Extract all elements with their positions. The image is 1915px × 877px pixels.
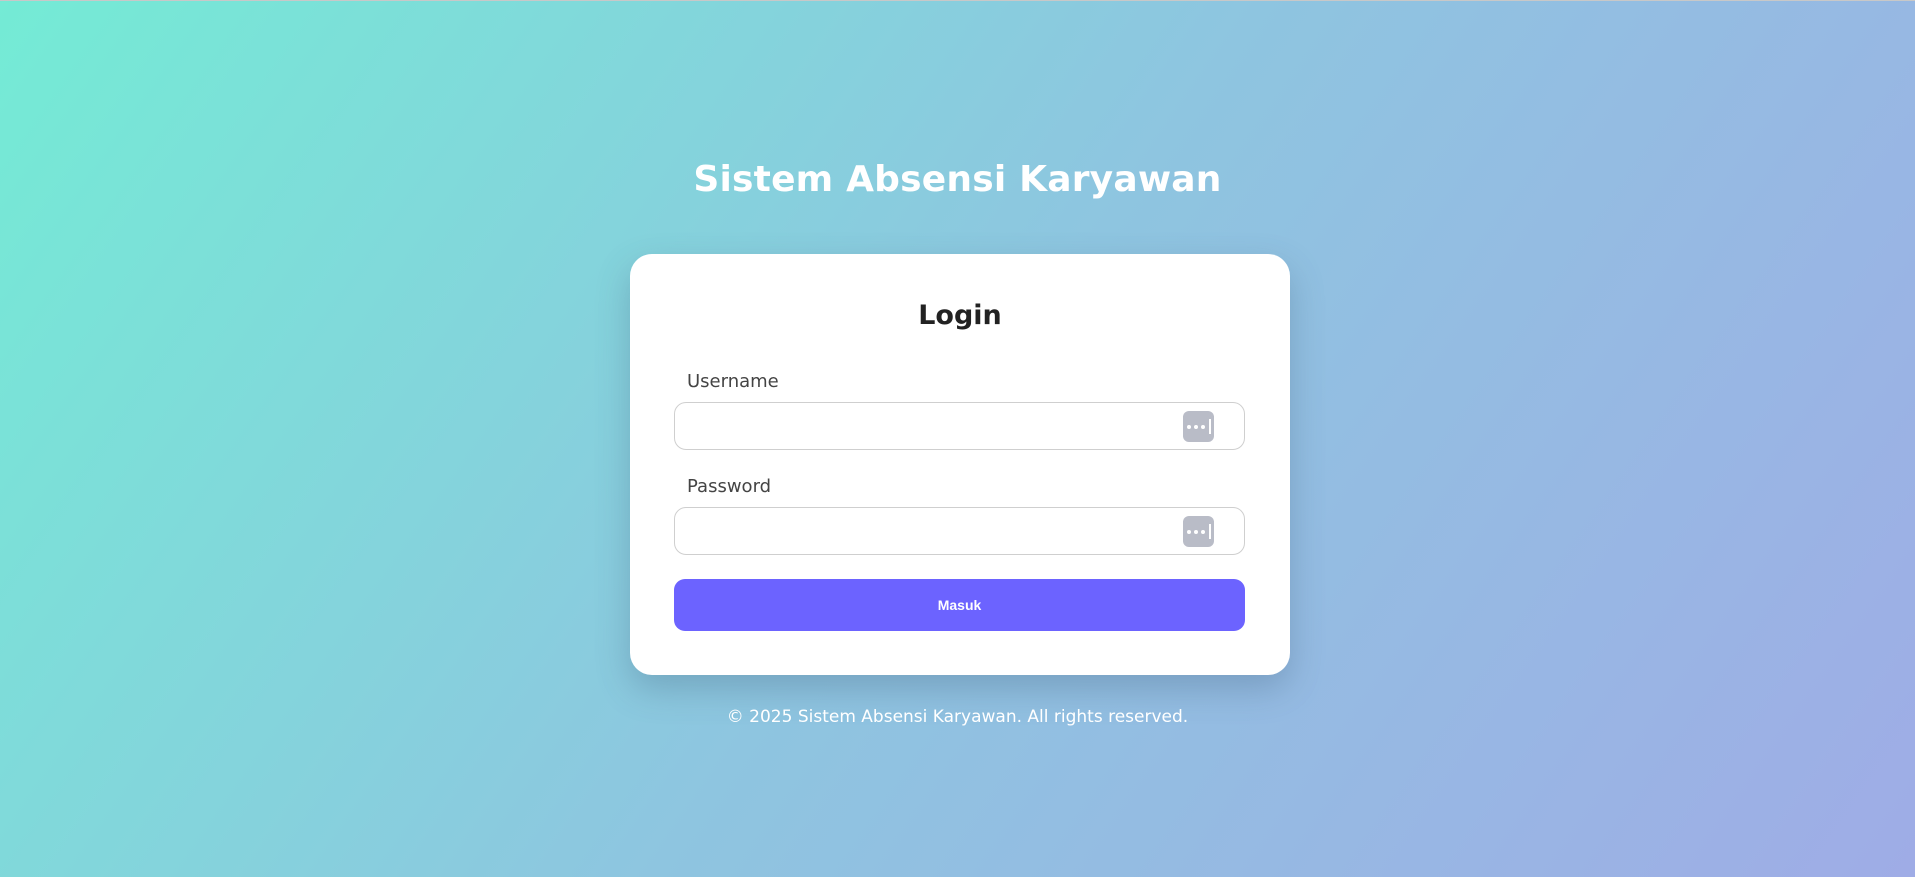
login-card: Login Username Password Masuk [630,254,1290,675]
password-field-wrapper [674,507,1245,555]
password-input[interactable] [675,508,1244,554]
login-submit-button[interactable]: Masuk [674,579,1245,631]
password-manager-icon[interactable] [1183,411,1214,442]
password-manager-icon[interactable] [1183,516,1214,547]
footer-copyright: © 2025 Sistem Absensi Karyawan. All righ… [726,707,1189,727]
password-label: Password [687,476,772,497]
page-title: Sistem Absensi Karyawan [693,159,1222,200]
username-label: Username [687,371,779,392]
username-field-wrapper [674,402,1245,450]
login-title: Login [918,300,1002,331]
username-input[interactable] [675,403,1244,449]
